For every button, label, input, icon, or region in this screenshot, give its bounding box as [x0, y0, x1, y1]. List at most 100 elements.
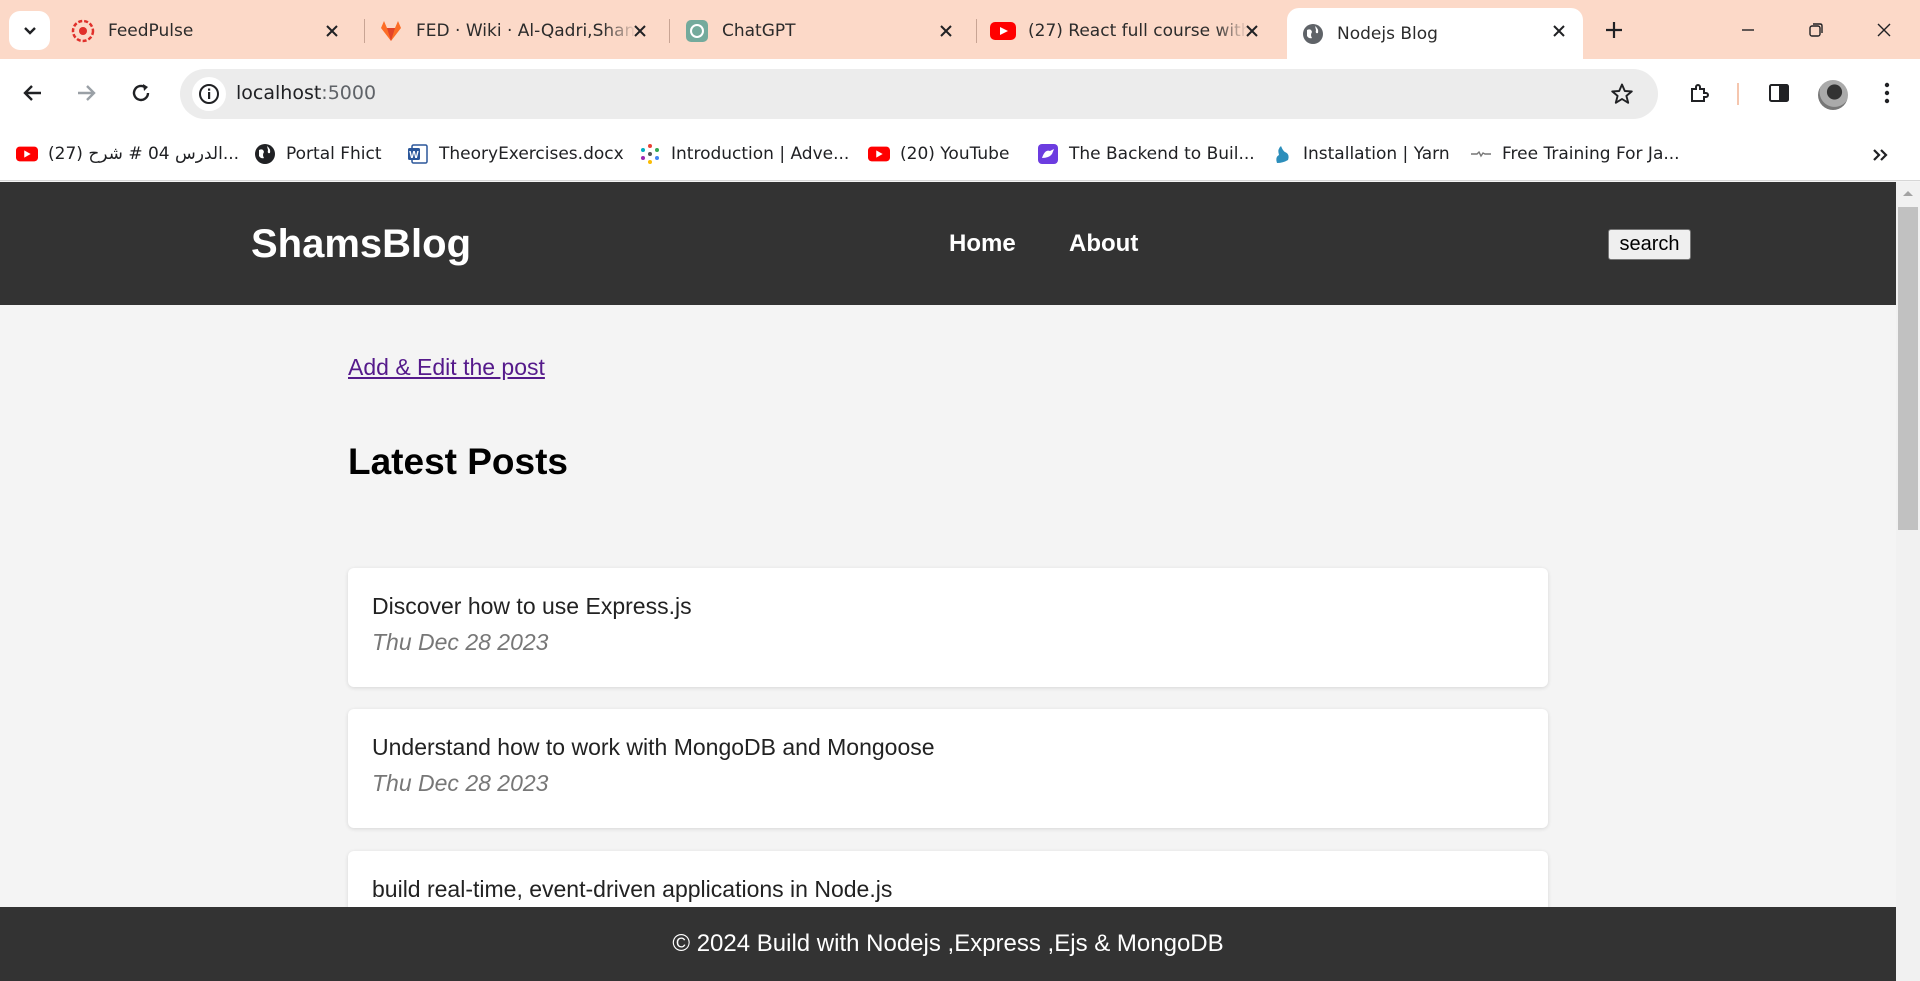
footer-text: © 2024 Build with Nodejs ,Express ,Ejs &… — [672, 930, 1224, 957]
svg-text:W: W — [409, 150, 419, 161]
bookmark-item[interactable]: W TheoryExercises.docx — [407, 139, 624, 169]
reload-icon — [132, 84, 150, 102]
post-card[interactable]: Understand how to work with MongoDB and … — [348, 709, 1548, 828]
post-date: Thu Dec 28 2023 — [372, 629, 549, 655]
side-panel-button[interactable] — [1759, 73, 1799, 113]
restore-button[interactable] — [1794, 10, 1838, 50]
site-info-button[interactable] — [192, 77, 226, 111]
minimize-button[interactable] — [1726, 10, 1770, 50]
bookmark-item[interactable]: Portal Fhict — [254, 139, 382, 169]
profile-avatar[interactable] — [1818, 80, 1848, 110]
close-icon[interactable] — [322, 21, 342, 41]
word-icon: W — [407, 143, 429, 165]
tab-title: FeedPulse — [108, 21, 194, 41]
backend-icon — [1037, 143, 1059, 165]
youtube-icon — [16, 143, 38, 165]
bookmark-item[interactable]: The Backend to Buil... — [1037, 139, 1255, 169]
close-icon[interactable] — [1549, 21, 1569, 41]
puzzle-icon — [1691, 84, 1709, 102]
toolbar-divider — [1737, 83, 1739, 105]
address-bar[interactable]: localhost:5000 — [180, 69, 1658, 119]
plus-icon — [1606, 22, 1622, 38]
chevron-down-icon — [23, 26, 36, 35]
extensions-button[interactable] — [1680, 73, 1720, 113]
add-edit-post-link[interactable]: Add & Edit the post — [348, 354, 545, 381]
bookmark-star-button[interactable] — [1608, 80, 1636, 108]
site-header: ShamsBlog Home About search — [0, 182, 1896, 305]
tab-feedpulse[interactable]: FeedPulse — [56, 8, 356, 54]
more-vertical-icon — [1884, 82, 1890, 104]
tab-title: ChatGPT — [722, 21, 796, 41]
dots-icon — [639, 143, 661, 165]
reload-button[interactable] — [121, 73, 161, 113]
tab-gitlab-wiki[interactable]: FED · Wiki · Al-Qadri,Sham — [364, 8, 664, 54]
tab-search-button[interactable] — [9, 11, 50, 50]
chatgpt-icon — [686, 20, 708, 42]
browser-toolbar: localhost:5000 — [0, 59, 1920, 129]
bookmarks-overflow-button[interactable] — [1866, 141, 1894, 169]
tab-youtube-react[interactable]: (27) React full course with — [976, 8, 1276, 54]
post-date: Thu Dec 28 2023 — [372, 770, 549, 796]
close-icon[interactable] — [1242, 21, 1262, 41]
side-panel-icon — [1769, 84, 1789, 102]
globe-icon — [254, 143, 276, 165]
tab-title: FED · Wiki · Al-Qadri,Sham — [416, 21, 636, 41]
site-logo[interactable]: ShamsBlog — [251, 222, 471, 267]
url-host: localhost — [236, 82, 322, 104]
post-title[interactable]: Understand how to work with MongoDB and … — [372, 734, 935, 761]
feedpulse-icon — [71, 19, 95, 43]
post-title[interactable]: Discover how to use Express.js — [372, 593, 692, 620]
bookmark-item[interactable]: Introduction | Adve... — [639, 139, 849, 169]
post-card[interactable]: Discover how to use Express.js Thu Dec 2… — [348, 568, 1548, 687]
close-icon — [1877, 23, 1891, 37]
nav-link-home[interactable]: Home — [949, 230, 1016, 258]
page-scrollbar[interactable] — [1896, 182, 1920, 981]
info-icon — [199, 84, 219, 104]
back-button[interactable] — [13, 73, 53, 113]
bookmark-label: Portal Fhict — [286, 144, 382, 164]
tab-strip: FeedPulse FED · Wiki · Al-Qadri,Sham Cha… — [0, 0, 1920, 59]
post-title[interactable]: build real-time, event-driven applicatio… — [372, 876, 892, 903]
tab-title: Nodejs Blog — [1337, 23, 1438, 44]
forward-button[interactable] — [66, 73, 106, 113]
bookmark-item[interactable]: Free Training For Ja... — [1470, 139, 1680, 169]
globe-icon — [1303, 23, 1323, 44]
arrow-right-icon — [78, 85, 96, 101]
bookmark-item[interactable]: (20) YouTube — [868, 139, 1009, 169]
bookmark-label: Installation | Yarn — [1303, 144, 1450, 164]
minimize-icon — [1742, 29, 1754, 31]
page-viewport: ShamsBlog Home About search Add & Edit t… — [0, 182, 1896, 981]
double-chevron-right-icon — [1873, 149, 1888, 161]
bookmark-label: (20) YouTube — [900, 144, 1010, 164]
bookmark-label: Free Training For Ja... — [1502, 144, 1680, 164]
search-button[interactable]: search — [1608, 229, 1691, 260]
browser-menu-button[interactable] — [1867, 73, 1907, 113]
bookmark-label: TheoryExercises.docx — [439, 144, 624, 164]
new-tab-button[interactable] — [1598, 14, 1630, 46]
tab-chatgpt[interactable]: ChatGPT — [670, 8, 970, 54]
url-text: localhost:5000 — [236, 82, 376, 104]
close-window-button[interactable] — [1862, 10, 1906, 50]
bookmark-item[interactable]: (27) الدرس 04 # شرح... — [16, 139, 239, 169]
tab-title: (27) React full course with — [1028, 21, 1248, 41]
close-icon[interactable] — [936, 21, 956, 41]
url-port: :5000 — [321, 82, 377, 104]
latest-posts-heading: Latest Posts — [348, 441, 569, 482]
bookmark-label: Introduction | Adve... — [671, 144, 850, 164]
bookmark-item[interactable]: Installation | Yarn — [1271, 139, 1450, 169]
star-icon — [1611, 83, 1633, 104]
yarn-icon — [1271, 143, 1293, 165]
tab-nodejs-blog[interactable]: Nodejs Blog — [1287, 8, 1583, 59]
gitlab-icon — [381, 21, 401, 41]
scroll-up-icon[interactable] — [1902, 188, 1914, 198]
youtube-icon — [990, 22, 1016, 40]
bookmark-label: (27) الدرس 04 # شرح... — [48, 144, 240, 164]
training-icon — [1470, 143, 1492, 165]
nav-link-about[interactable]: About — [1069, 230, 1138, 258]
close-icon[interactable] — [630, 21, 650, 41]
scrollbar-thumb[interactable] — [1898, 207, 1918, 530]
arrow-left-icon — [23, 85, 41, 101]
restore-icon — [1809, 23, 1823, 37]
youtube-icon — [868, 143, 890, 165]
site-footer: © 2024 Build with Nodejs ,Express ,Ejs &… — [0, 907, 1896, 981]
